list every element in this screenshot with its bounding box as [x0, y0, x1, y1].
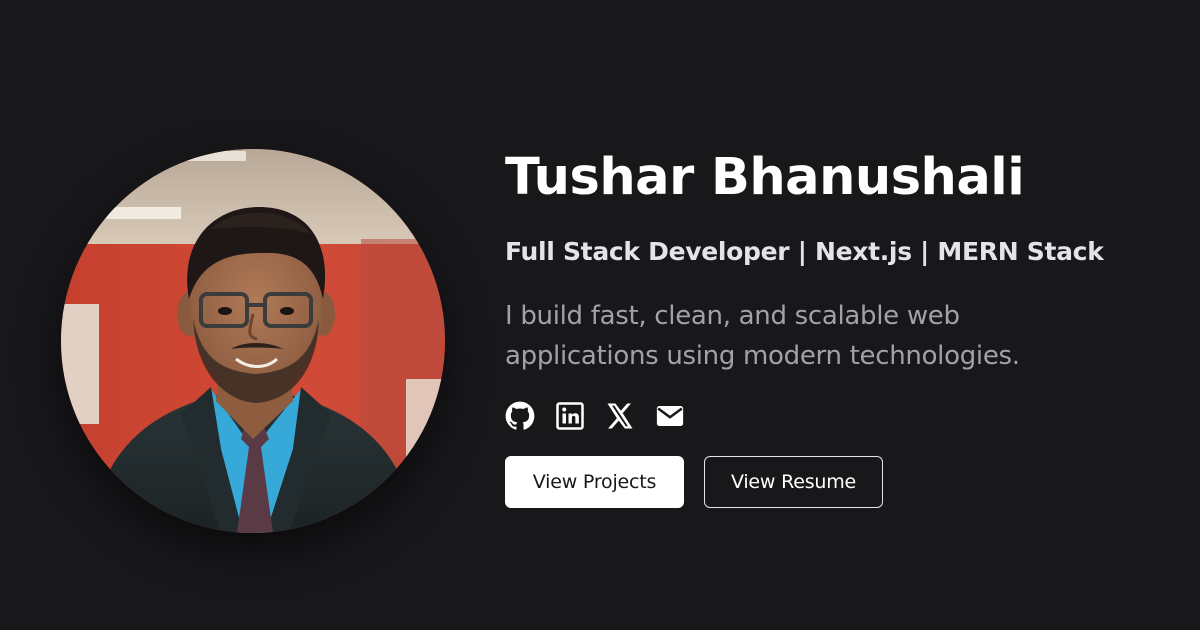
avatar	[61, 149, 445, 533]
profile-tagline: I build fast, clean, and scalable web ap…	[505, 301, 1020, 371]
profile-headline: Full Stack Developer | Next.js | MERN St…	[505, 237, 1104, 266]
action-buttons: View Projects View Resume	[505, 456, 1165, 508]
view-projects-button[interactable]: View Projects	[505, 456, 684, 508]
profile-card: Tushar Bhanushali Full Stack Developer |…	[0, 0, 1200, 630]
social-links	[505, 401, 1165, 431]
github-link[interactable]	[505, 401, 535, 431]
profile-name: Tushar Bhanushali	[505, 148, 1025, 207]
x-link[interactable]	[605, 401, 635, 431]
linkedin-icon	[556, 402, 584, 430]
view-resume-button[interactable]: View Resume	[704, 456, 883, 508]
profile-info: Tushar Bhanushali Full Stack Developer |…	[505, 138, 1165, 508]
github-icon	[505, 401, 535, 430]
x-icon	[607, 403, 633, 429]
mail-icon	[656, 406, 684, 426]
profile-photo	[61, 149, 445, 533]
linkedin-link[interactable]	[555, 401, 585, 431]
email-link[interactable]	[655, 401, 685, 431]
